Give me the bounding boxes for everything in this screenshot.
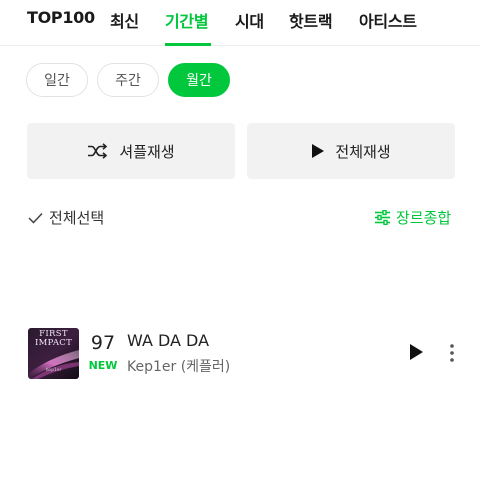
tab-artist[interactable]: 아티스트: [359, 8, 417, 32]
more-vertical-icon: [450, 344, 454, 362]
shuffle-play-label: 셔플재생: [119, 142, 175, 161]
new-badge: NEW: [88, 359, 118, 372]
song-title[interactable]: WA DA DA: [127, 331, 209, 350]
active-tab-indicator: [165, 43, 211, 46]
album-art[interactable]: FIRST IMPACT Kep1er: [28, 328, 79, 379]
play-all-label: 전체재생: [335, 142, 391, 161]
shuffle-play-button[interactable]: 셔플재생: [27, 123, 235, 179]
period-weekly-pill[interactable]: 주간: [97, 63, 159, 97]
song-artist[interactable]: Kep1er (케플러): [127, 356, 230, 376]
period-daily-pill[interactable]: 일간: [26, 63, 88, 97]
album-art-artist: Kep1er: [45, 368, 62, 373]
album-art-title: FIRST IMPACT: [34, 329, 73, 348]
shuffle-icon: [88, 143, 108, 159]
song-rank: 97: [90, 332, 116, 354]
period-monthly-pill[interactable]: 월간: [168, 63, 230, 97]
play-all-button[interactable]: 전체재생: [247, 123, 455, 179]
song-play-button[interactable]: [408, 343, 424, 365]
tab-hot-track[interactable]: 핫트랙: [289, 8, 333, 32]
tab-period[interactable]: 기간별: [165, 8, 209, 32]
select-all-label: 전체선택: [49, 209, 105, 227]
play-icon: [410, 344, 423, 360]
select-all-toggle[interactable]: 전체선택: [28, 207, 104, 228]
genre-filter-button[interactable]: 장르종합: [374, 207, 451, 228]
genre-filter-label: 장르종합: [396, 209, 452, 227]
play-icon: [312, 144, 325, 158]
tab-top100[interactable]: TOP100: [27, 8, 95, 27]
sliders-icon: [375, 210, 390, 225]
song-more-button[interactable]: [449, 343, 455, 367]
tab-latest[interactable]: 최신: [110, 8, 139, 32]
chart-tab-bar: TOP100 최신 기간별 시대 핫트랙 아티스트: [0, 0, 480, 46]
tab-era[interactable]: 시대: [235, 8, 264, 32]
check-icon: [28, 212, 43, 224]
